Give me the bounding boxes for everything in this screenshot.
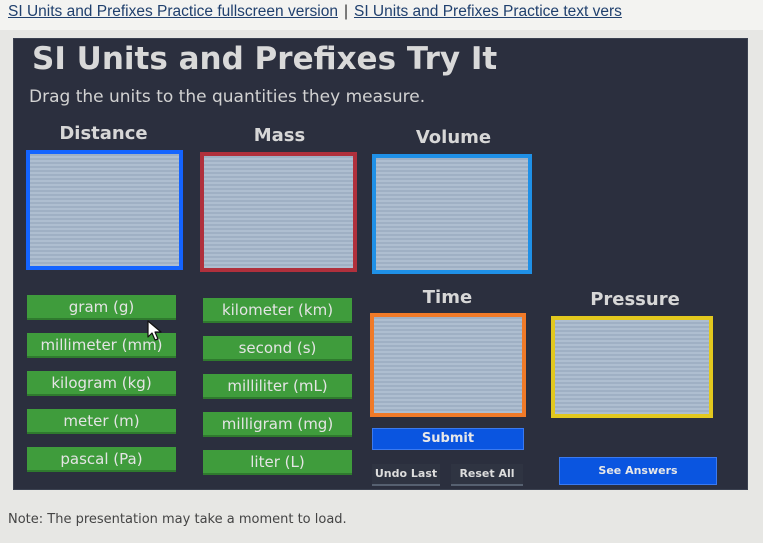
activity-stage: SI Units and Prefixes Try It Drag the un… [13,38,748,490]
unit-tile-liter[interactable]: liter (L) [203,450,352,475]
drop-zone-mass[interactable] [200,152,357,272]
category-label-mass: Mass [253,125,306,146]
unit-tile-pascal[interactable]: pascal (Pa) [27,447,176,472]
drop-zone-time[interactable] [370,313,526,417]
unit-tile-meter[interactable]: meter (m) [27,409,176,434]
unit-tile-kilogram[interactable]: kilogram (kg) [27,371,176,396]
undo-last-button[interactable]: Undo Last [372,464,440,486]
arrow-cursor-icon [147,320,162,341]
text-version-link[interactable]: SI Units and Prefixes Practice text vers [354,3,622,20]
activity-instruction: Drag the units to the quantities they me… [29,87,426,107]
loading-note: Note: The presentation may take a moment… [8,512,347,527]
category-label-distance: Distance [59,123,148,144]
fullscreen-version-link[interactable]: SI Units and Prefixes Practice fullscree… [8,3,338,20]
category-label-time: Time [422,287,473,308]
unit-tile-gram[interactable]: gram (g) [27,295,176,320]
unit-tile-kilometer[interactable]: kilometer (km) [203,298,352,323]
submit-button[interactable]: Submit [372,428,524,450]
drop-zone-distance[interactable] [26,150,183,270]
unit-tile-milligram[interactable]: milligram (mg) [203,412,352,437]
unit-tile-milliliter[interactable]: milliliter (mL) [203,374,352,399]
category-label-volume: Volume [415,127,492,148]
category-label-pressure: Pressure [590,289,680,310]
drop-zone-volume[interactable] [372,154,532,274]
activity-title: SI Units and Prefixes Try It [32,41,498,77]
unit-tile-second[interactable]: second (s) [203,336,352,361]
top-links-bar: SI Units and Prefixes Practice fullscree… [0,0,763,30]
see-answers-button[interactable]: See Answers [559,457,717,485]
reset-all-button[interactable]: Reset All [451,464,523,486]
drop-zone-pressure[interactable] [551,316,713,418]
link-separator: | [343,3,348,20]
